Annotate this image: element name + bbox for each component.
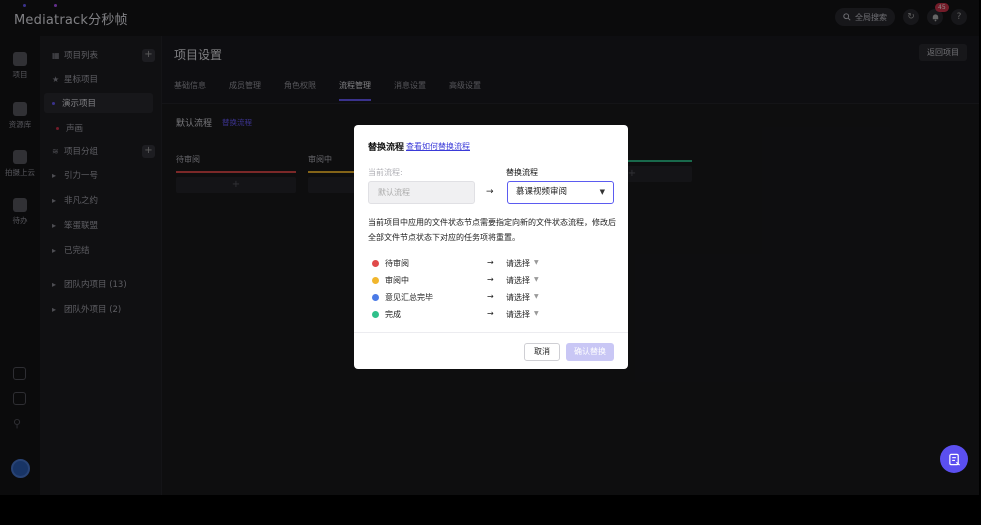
status-dot-icon: [372, 260, 379, 267]
help-chat-button[interactable]: [940, 445, 968, 473]
arrow-icon: →: [487, 292, 494, 301]
cancel-button[interactable]: 取消: [524, 343, 560, 361]
new-flow-label: 替换流程: [506, 168, 538, 177]
arrow-icon: →: [486, 187, 494, 197]
caret-down-icon[interactable]: ▼: [534, 310, 539, 317]
status-target-select[interactable]: 请选择: [506, 275, 530, 286]
status-target-select[interactable]: 请选择: [506, 309, 530, 320]
status-mapping-row: 完成 → 请选择 ▼: [372, 309, 612, 321]
replace-flow-dialog: 替换流程 查看如何替换流程 当前流程: 替换流程 默认流程 → 慕课视频审阅 ▼…: [354, 125, 628, 369]
bottom-letterbox: [0, 495, 981, 525]
status-target-select[interactable]: 请选择: [506, 292, 530, 303]
new-flow-select[interactable]: 慕课视频审阅 ▼: [507, 181, 614, 204]
dialog-footer-divider: [354, 332, 628, 333]
status-label: 审阅中: [385, 276, 409, 285]
dialog-title: 替换流程: [368, 143, 405, 153]
new-flow-select-value: 慕课视频审阅: [516, 187, 568, 197]
caret-down-icon: ▼: [599, 188, 605, 196]
arrow-icon: →: [487, 258, 494, 267]
caret-down-icon[interactable]: ▼: [534, 293, 539, 300]
status-label: 待审阅: [385, 259, 409, 268]
status-label: 完成: [385, 310, 401, 319]
feedback-icon: [948, 453, 960, 466]
how-to-replace-link[interactable]: 查看如何替换流程: [406, 141, 470, 152]
current-flow-field: 默认流程: [368, 181, 475, 204]
dialog-description: 当前项目中应用的文件状态节点需要指定向新的文件状态流程，修改后全部文件节点状态下…: [368, 218, 616, 242]
status-mapping-row: 审阅中 → 请选择 ▼: [372, 275, 612, 287]
status-mapping-row: 待审阅 → 请选择 ▼: [372, 258, 612, 270]
status-dot-icon: [372, 277, 379, 284]
status-label: 意见汇总完毕: [385, 293, 433, 302]
app-window: Mediatrack分秒帧 全局搜索 ↻ 45 ? 项目 资源库 拍摄上云 待办…: [0, 0, 979, 495]
status-dot-icon: [372, 311, 379, 318]
arrow-icon: →: [487, 275, 494, 284]
arrow-icon: →: [487, 309, 494, 318]
status-mapping-row: 意见汇总完毕 → 请选择 ▼: [372, 292, 612, 304]
caret-down-icon[interactable]: ▼: [534, 259, 539, 266]
confirm-replace-button[interactable]: 确认替换: [566, 343, 614, 361]
status-dot-icon: [372, 294, 379, 301]
caret-down-icon[interactable]: ▼: [534, 276, 539, 283]
status-target-select[interactable]: 请选择: [506, 258, 530, 269]
current-flow-label: 当前流程:: [368, 168, 403, 177]
